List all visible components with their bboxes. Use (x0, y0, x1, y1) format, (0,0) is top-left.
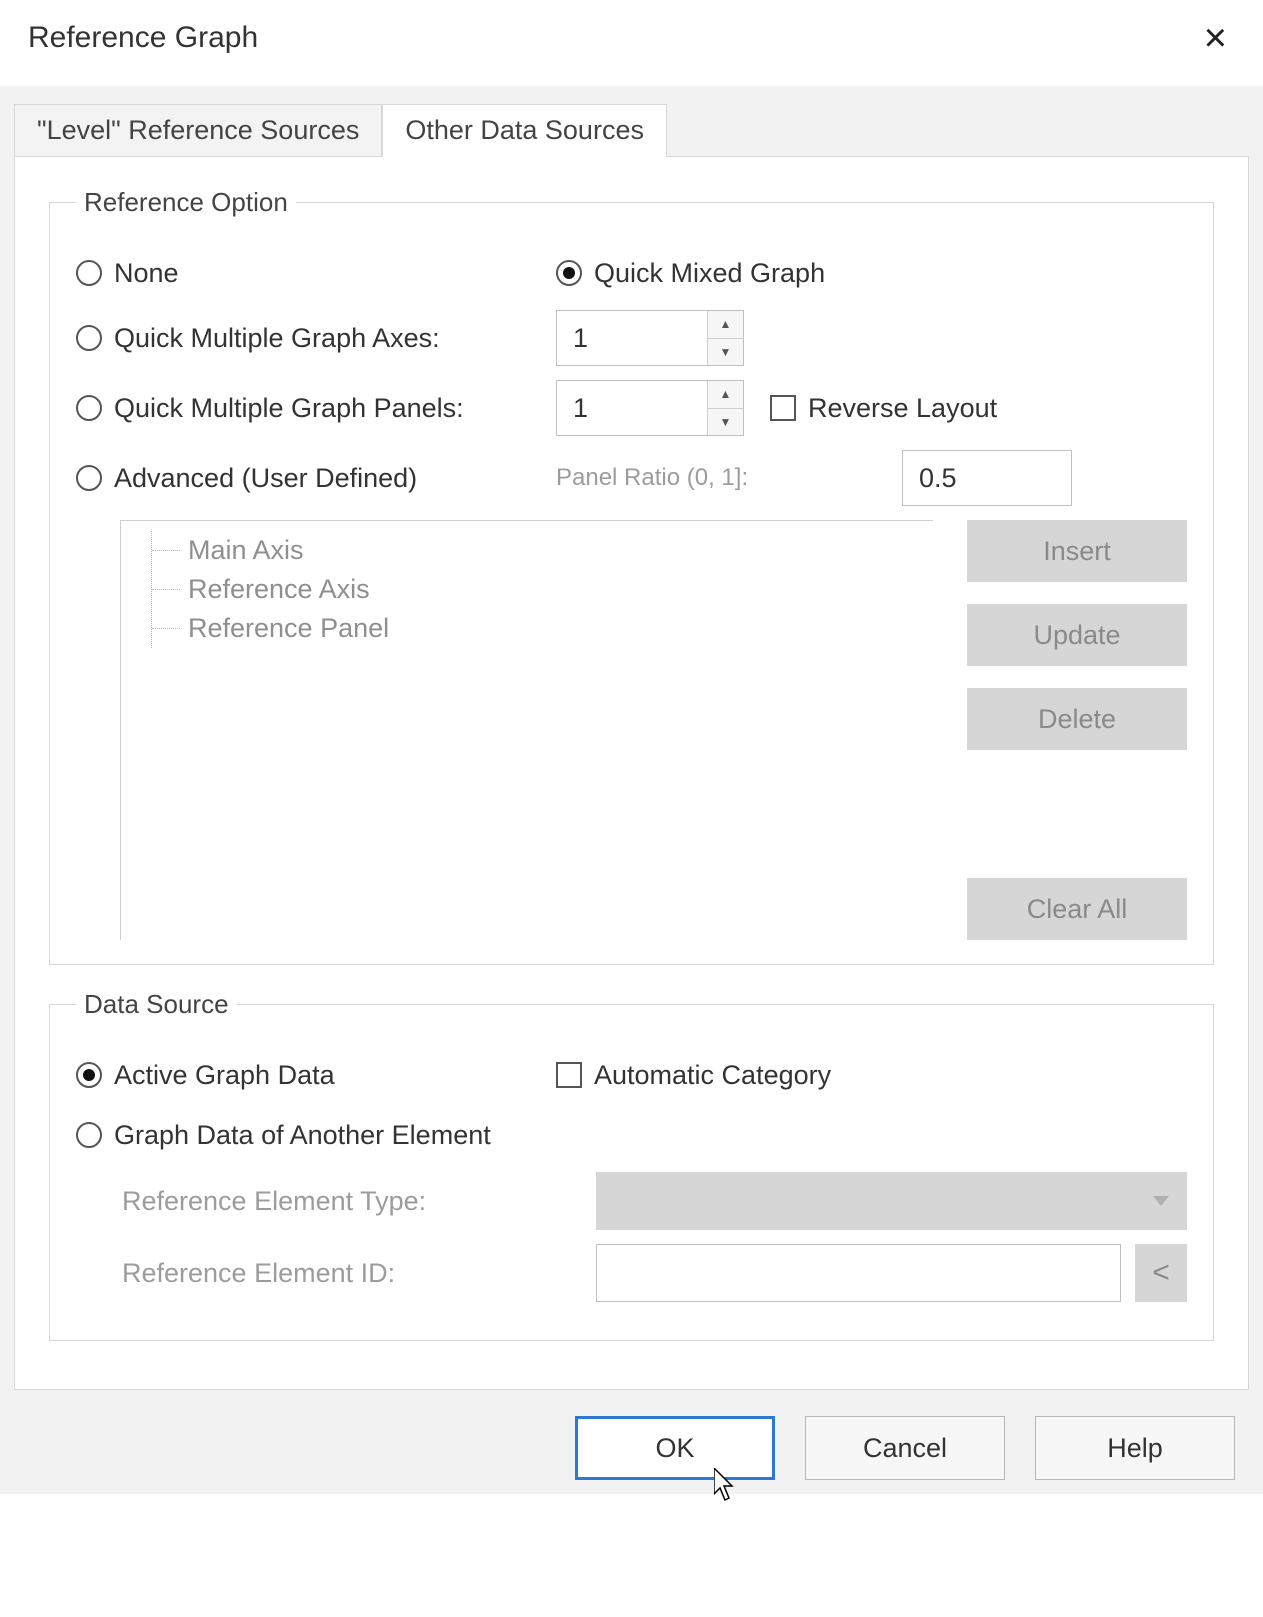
radio-advanced-label: Advanced (User Defined) (114, 463, 417, 494)
help-button[interactable]: Help (1035, 1416, 1235, 1480)
quick-multiple-panels-input[interactable] (557, 381, 707, 435)
update-button: Update (967, 604, 1187, 666)
reference-element-id-label: Reference Element ID: (76, 1258, 596, 1289)
spinner-up-icon[interactable]: ▲ (708, 311, 743, 339)
reference-element-id-input[interactable] (596, 1244, 1121, 1302)
radio-another-element-label: Graph Data of Another Element (114, 1120, 491, 1151)
dialog-window: Reference Graph × "Level" Reference Sour… (0, 0, 1263, 1494)
radio-quick-multiple-axes[interactable]: Quick Multiple Graph Axes: (76, 323, 440, 354)
delete-button: Delete (967, 688, 1187, 750)
tab-level-reference-sources[interactable]: "Level" Reference Sources (14, 104, 382, 156)
panel-ratio-label: Panel Ratio (0, 1]: (556, 464, 876, 492)
radio-quick-mixed-graph[interactable]: Quick Mixed Graph (556, 258, 825, 289)
radio-active-graph-data[interactable]: Active Graph Data (76, 1060, 335, 1091)
reference-element-picker-button: < (1135, 1244, 1187, 1302)
quick-multiple-axes-input[interactable] (557, 311, 707, 365)
tab-bar: "Level" Reference Sources Other Data Sou… (14, 86, 1249, 156)
tab-other-data-sources[interactable]: Other Data Sources (382, 104, 667, 157)
reference-element-type-combo (596, 1172, 1187, 1230)
ok-button[interactable]: OK (575, 1416, 775, 1480)
radio-advanced[interactable]: Advanced (User Defined) (76, 463, 417, 494)
radio-quick-multiple-axes-label: Quick Multiple Graph Axes: (114, 323, 440, 354)
panel-ratio-input[interactable] (902, 450, 1072, 506)
cancel-button[interactable]: Cancel (805, 1416, 1005, 1480)
quick-multiple-axes-spinner[interactable]: ▲ ▼ (556, 310, 744, 366)
tree-node-reference-axis[interactable]: Reference Axis (152, 570, 915, 609)
radio-none-label: None (114, 258, 179, 289)
spinner-down-icon[interactable]: ▼ (708, 339, 743, 366)
data-source-group: Data Source Active Graph Data Automatic … (49, 989, 1214, 1341)
tree-node-main-axis[interactable]: Main Axis (152, 531, 915, 570)
clear-all-button: Clear All (967, 878, 1187, 940)
insert-button: Insert (967, 520, 1187, 582)
quick-multiple-panels-spinner[interactable]: ▲ ▼ (556, 380, 744, 436)
radio-none[interactable]: None (76, 258, 179, 289)
radio-quick-mixed-graph-label: Quick Mixed Graph (594, 258, 825, 289)
advanced-tree[interactable]: Main Axis Reference Axis Reference Panel (120, 520, 933, 940)
dialog-footer: OK Cancel Help (14, 1390, 1249, 1480)
reference-option-legend: Reference Option (76, 187, 296, 218)
checkbox-automatic-category[interactable]: Automatic Category (556, 1060, 831, 1091)
dialog-body: "Level" Reference Sources Other Data Sou… (0, 86, 1263, 1494)
radio-quick-multiple-panels-label: Quick Multiple Graph Panels: (114, 393, 464, 424)
radio-quick-multiple-panels[interactable]: Quick Multiple Graph Panels: (76, 393, 464, 424)
spinner-down-icon[interactable]: ▼ (708, 409, 743, 436)
close-icon[interactable]: × (1196, 18, 1235, 58)
spinner-up-icon[interactable]: ▲ (708, 381, 743, 409)
tree-node-reference-panel[interactable]: Reference Panel (152, 609, 915, 648)
tab-panel-other-data-sources: Reference Option None Quick Mixed Graph (14, 156, 1249, 1390)
window-title: Reference Graph (28, 21, 258, 55)
title-bar: Reference Graph × (0, 0, 1263, 86)
checkbox-reverse-layout[interactable]: Reverse Layout (770, 393, 997, 424)
checkbox-reverse-layout-label: Reverse Layout (808, 393, 997, 424)
checkbox-automatic-category-label: Automatic Category (594, 1060, 831, 1091)
radio-active-graph-data-label: Active Graph Data (114, 1060, 335, 1091)
reference-element-type-label: Reference Element Type: (76, 1186, 596, 1217)
data-source-legend: Data Source (76, 989, 237, 1020)
radio-another-element[interactable]: Graph Data of Another Element (76, 1120, 491, 1151)
reference-option-group: Reference Option None Quick Mixed Graph (49, 187, 1214, 965)
